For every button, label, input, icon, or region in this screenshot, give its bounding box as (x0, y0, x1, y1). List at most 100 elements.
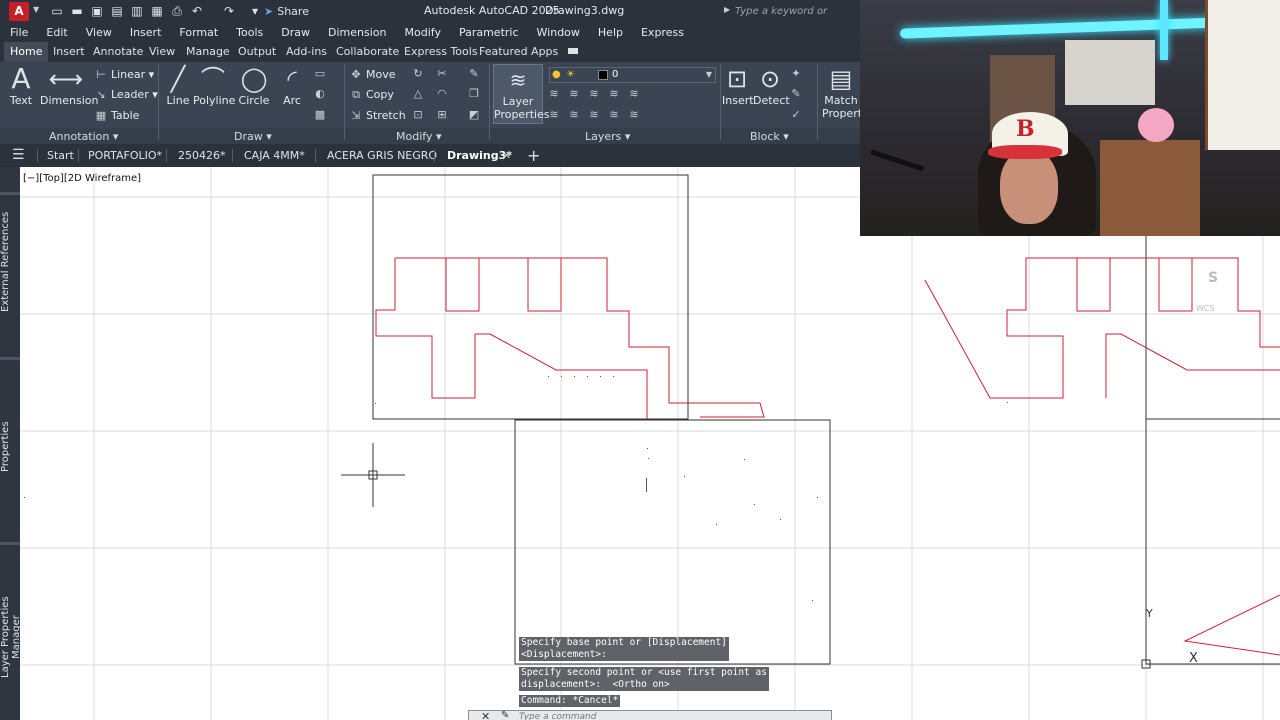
mirror-icon[interactable]: △ (410, 86, 426, 102)
menu-insert[interactable]: Insert (121, 23, 171, 42)
file-tab-250426[interactable]: 250426* (178, 144, 226, 167)
palette-external-references[interactable]: External References (0, 207, 20, 317)
tab-addins[interactable]: Add-ins (286, 42, 327, 62)
layer-tool-icon[interactable]: ≋ (566, 107, 582, 123)
tab-insert[interactable]: Insert (53, 42, 85, 62)
menu-format[interactable]: Format (170, 23, 227, 42)
palette-properties[interactable]: Properties (0, 412, 20, 482)
new-file-icon[interactable]: ▭ (50, 3, 64, 19)
leader-button[interactable]: ↘ Leader ▾ (94, 86, 157, 103)
customize-toolbar-icon[interactable]: ▾ (248, 3, 262, 19)
undo-icon[interactable]: ↶ (190, 3, 204, 19)
viewport-controls-label[interactable]: [−][Top][2D Wireframe] (23, 173, 141, 184)
draw-panel-title[interactable]: Draw ▾ (234, 130, 272, 143)
menu-view[interactable]: View (77, 23, 121, 42)
file-tab-caja-4mm[interactable]: CAJA 4MM* (244, 144, 305, 167)
tab-home[interactable]: Home (4, 42, 49, 62)
dimension-button[interactable]: ⟷ Dimension (40, 64, 98, 107)
layer-tool-icon[interactable]: ≋ (626, 107, 642, 123)
insert-block-button[interactable]: ⊡ Insert (722, 64, 754, 107)
annotation-panel-title[interactable]: Annotation ▾ (49, 130, 118, 143)
polyline-button[interactable]: ⌒ Polyline (193, 64, 235, 107)
erase-icon[interactable]: ✎ (466, 66, 482, 82)
detect-button[interactable]: ⊙ Detect (753, 64, 790, 107)
block-attribute-icon[interactable]: ✓ (788, 107, 804, 123)
save-icon[interactable]: ▣ (90, 3, 104, 19)
file-tab-start[interactable]: Start (47, 144, 74, 167)
layer-tool-icon[interactable]: ≋ (626, 86, 642, 102)
scale-icon[interactable]: ⊡ (410, 107, 426, 123)
layer-tool-icon[interactable]: ≋ (546, 107, 562, 123)
tab-manage[interactable]: Manage (186, 42, 230, 62)
rectangle-icon[interactable]: ▭ (312, 66, 328, 82)
hamburger-menu-icon[interactable]: ☰ (12, 144, 25, 167)
menu-dimension[interactable]: Dimension (319, 23, 395, 42)
text-button[interactable]: A Text (8, 64, 34, 108)
open-folder-icon[interactable]: ▬ (70, 3, 84, 19)
redo-icon[interactable]: ↷ (222, 3, 236, 19)
stretch-button[interactable]: ⇲ Stretch (349, 107, 405, 124)
viewcube-wcs-label[interactable]: WCS (1196, 304, 1215, 313)
circle-button[interactable]: ◯ Circle (238, 64, 270, 107)
ribbon-toggle-icon[interactable] (568, 48, 578, 54)
layer-tool-icon[interactable]: ≋ (586, 107, 602, 123)
menu-edit[interactable]: Edit (37, 23, 76, 42)
offset-icon[interactable]: ◩ (466, 107, 482, 123)
layer-dropdown[interactable]: ● ☀ 0 ▼ (549, 67, 716, 83)
menu-draw[interactable]: Draw (272, 23, 319, 42)
menu-parametric[interactable]: Parametric (450, 23, 528, 42)
tab-express-tools[interactable]: Express Tools (404, 42, 478, 62)
file-tab-acera-gris-negro[interactable]: ACERA GRIS NEGRO (327, 144, 437, 167)
trim-icon[interactable]: ✂ (434, 66, 450, 82)
open-web-icon[interactable]: ▥ (130, 3, 144, 19)
autocad-logo-icon[interactable]: A (9, 2, 29, 21)
array-icon[interactable]: ⊞ (434, 107, 450, 123)
menu-window[interactable]: Window (528, 23, 589, 42)
modify-panel-title[interactable]: Modify ▾ (396, 130, 441, 143)
tab-annotate[interactable]: Annotate (93, 42, 143, 62)
palette-layer-properties-manager[interactable]: Layer Properties Manager (0, 577, 22, 697)
new-tab-plus-icon[interactable]: + (527, 144, 540, 167)
save-as-icon[interactable]: ▤ (110, 3, 124, 19)
tab-view[interactable]: View (149, 42, 175, 62)
layer-properties-button[interactable]: ≋ Layer Properties (493, 64, 550, 124)
layer-tool-icon[interactable]: ≋ (566, 86, 582, 102)
line-button[interactable]: ╱ Line (164, 64, 192, 107)
menu-express[interactable]: Express (632, 23, 693, 42)
layer-tool-icon[interactable]: ≋ (606, 107, 622, 123)
create-block-icon[interactable]: ✦ (788, 66, 804, 82)
linear-dimension-button[interactable]: ⊢ Linear ▾ (94, 66, 154, 83)
plot-icon[interactable]: ⎙ (170, 3, 184, 19)
close-command-line-icon[interactable]: ✕ (481, 710, 490, 720)
menu-tools[interactable]: Tools (227, 23, 272, 42)
customize-wrench-icon[interactable]: ✎ (501, 710, 509, 720)
fillet-icon[interactable]: ◠ (434, 86, 450, 102)
match-properties-button[interactable]: ▤ Match Properties (822, 64, 860, 120)
command-input[interactable]: Type a command (519, 712, 596, 720)
close-tab-icon[interactable]: ✕ (502, 144, 511, 167)
block-panel-title[interactable]: Block ▾ (750, 130, 789, 143)
tab-featured-apps[interactable]: Featured Apps (479, 42, 558, 62)
gradient-icon[interactable]: ▩ (312, 107, 328, 123)
file-tab-portafolio[interactable]: PORTAFOLIO* (88, 144, 162, 167)
rotate-icon[interactable]: ↻ (410, 66, 426, 82)
move-button[interactable]: ✥ Move (349, 66, 395, 83)
table-button[interactable]: ▦ Table (94, 107, 140, 124)
layer-tool-icon[interactable]: ≋ (546, 86, 562, 102)
hatch-icon[interactable]: ◐ (312, 86, 328, 102)
arc-button[interactable]: ◜ Arc (278, 64, 306, 107)
edit-block-icon[interactable]: ✎ (788, 86, 804, 102)
layer-tool-icon[interactable]: ≋ (606, 86, 622, 102)
menu-file[interactable]: File (0, 23, 37, 42)
layer-tool-icon[interactable]: ≋ (586, 86, 602, 102)
share-button[interactable]: ➤ Share (264, 3, 309, 20)
copy-button[interactable]: ⧉ Copy (349, 86, 394, 103)
layers-panel-title[interactable]: Layers ▾ (585, 130, 630, 143)
command-line[interactable]: ✕ ✎ Type a command (468, 710, 832, 720)
menu-help[interactable]: Help (589, 23, 632, 42)
tab-output[interactable]: Output (238, 42, 276, 62)
search-expand-icon[interactable]: ▶ (724, 5, 730, 14)
tab-collaborate[interactable]: Collaborate (336, 42, 399, 62)
search-input[interactable]: Type a keyword or phrase (732, 3, 860, 34)
viewcube-south-label[interactable]: S (1208, 270, 1218, 286)
